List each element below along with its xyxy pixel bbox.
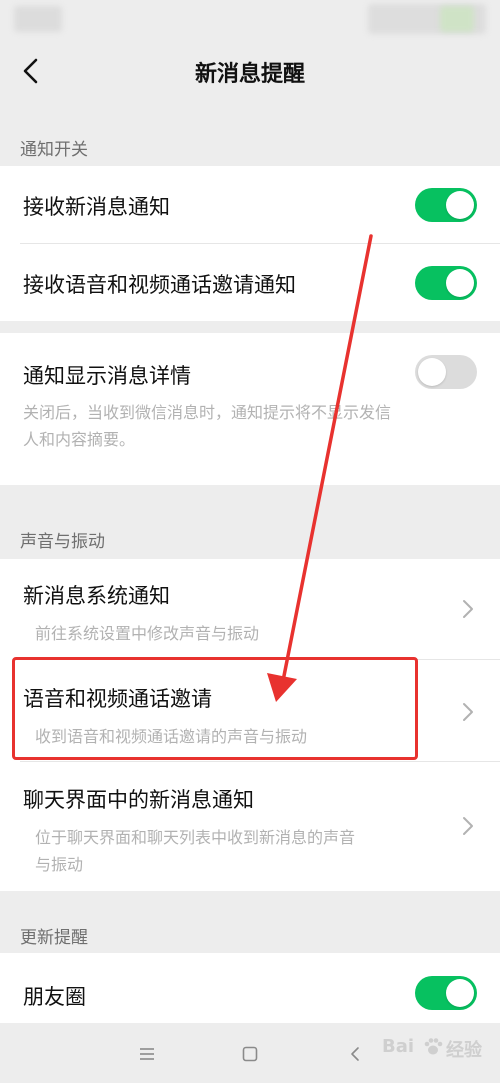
annotation-arrow (267, 234, 373, 702)
home-square-icon (242, 1046, 258, 1062)
baidu-jingyan-watermark: Bai 经验 (382, 1030, 494, 1070)
menu-button[interactable] (132, 1039, 162, 1069)
paw-icon (424, 1038, 443, 1055)
system-back-button[interactable] (340, 1039, 370, 1069)
menu-icon (140, 1048, 154, 1060)
annotation-arrow-head (267, 673, 297, 702)
home-button[interactable] (235, 1039, 265, 1069)
back-arrow-icon (351, 1047, 359, 1061)
watermark-text: Bai (382, 1036, 415, 1057)
annotation-arrow-shaft (280, 234, 373, 688)
watermark-text: 经验 (446, 1040, 482, 1061)
